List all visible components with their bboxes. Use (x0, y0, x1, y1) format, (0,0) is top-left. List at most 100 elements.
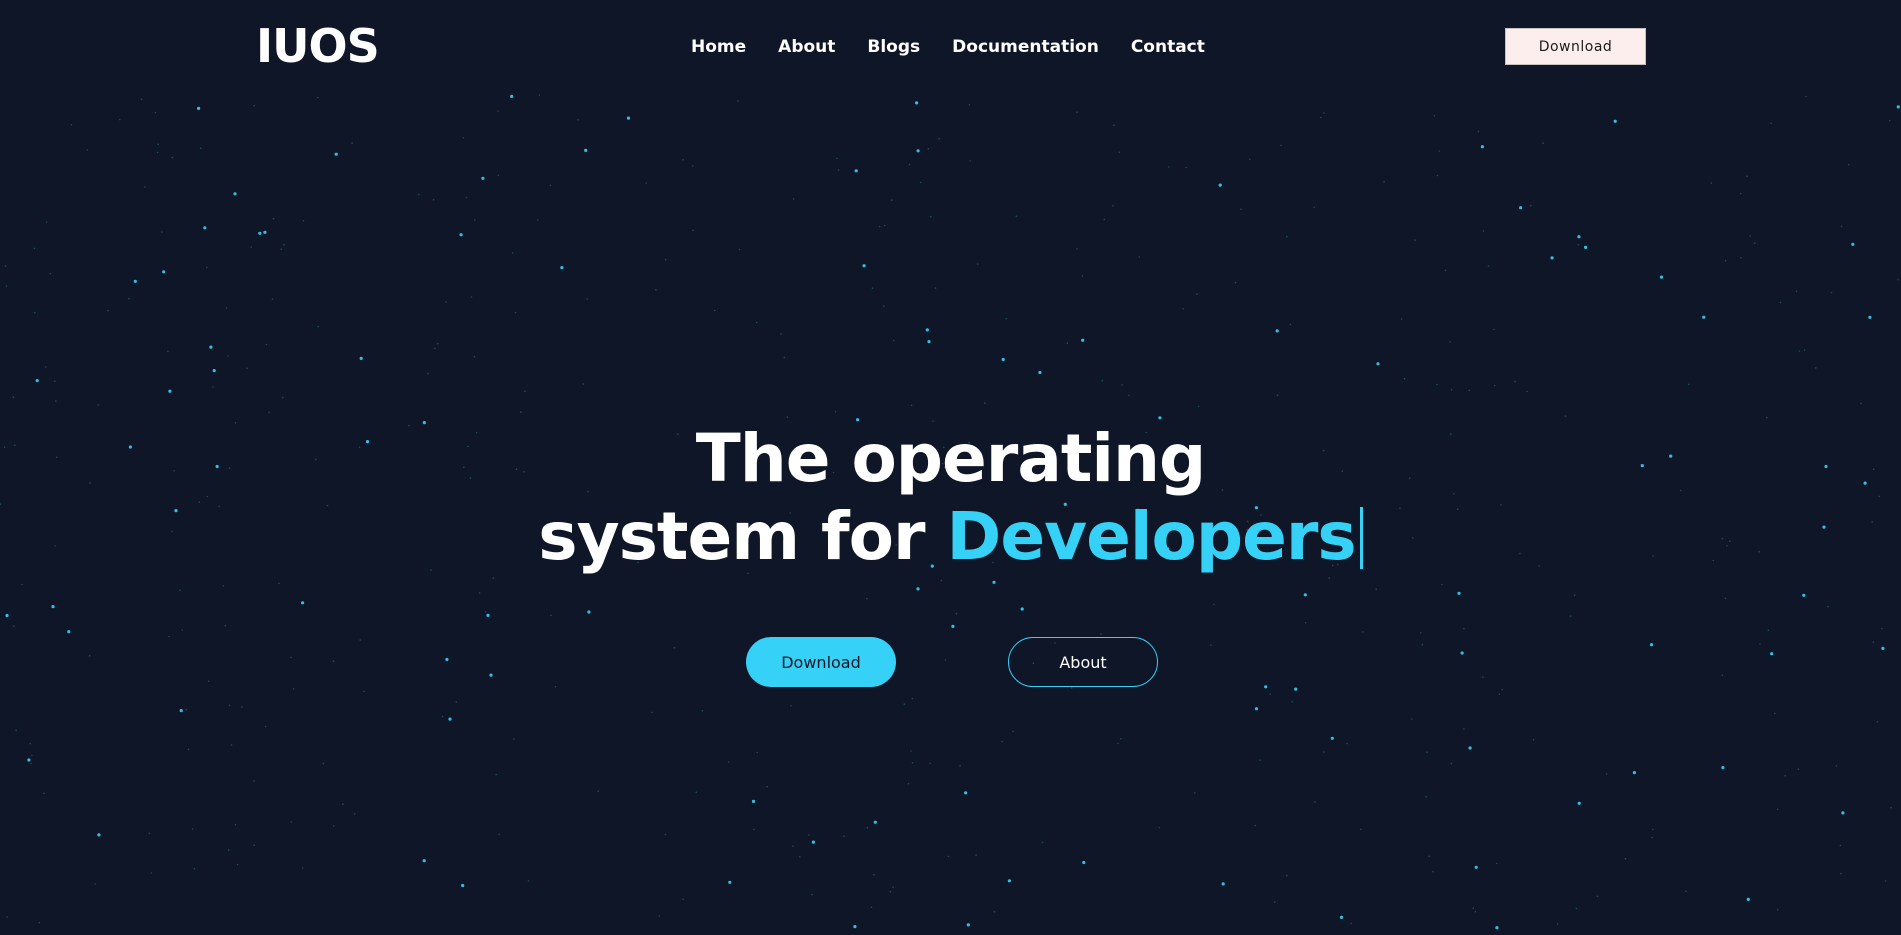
star-dot (1128, 394, 1130, 397)
star-dot (1320, 116, 1322, 119)
star-dot (871, 287, 874, 290)
star-dot (975, 854, 977, 856)
star-dot (157, 143, 159, 146)
star-dot (495, 773, 498, 776)
star-dot (1868, 315, 1872, 319)
star-dot (1081, 338, 1085, 342)
star-dot (966, 923, 970, 927)
star-dot (1441, 583, 1443, 586)
star-dot (1573, 594, 1576, 596)
star-dot (455, 701, 458, 703)
site-logo[interactable]: IUOS (256, 18, 380, 74)
star-dot (1482, 676, 1484, 678)
star-dot (993, 911, 996, 913)
star-dot (462, 137, 465, 139)
star-dot (1001, 357, 1005, 362)
star-dot (1776, 808, 1779, 811)
star-dot (88, 655, 91, 657)
star-dot (1498, 693, 1501, 695)
star-dot (584, 148, 588, 152)
star-dot (1575, 907, 1578, 910)
star-dot (550, 614, 552, 617)
star-dot (938, 137, 940, 140)
star-dot (241, 706, 243, 708)
star-dot (951, 624, 955, 629)
star-dot (925, 328, 929, 332)
star-dot (1564, 415, 1567, 417)
star-dot (148, 832, 151, 835)
star-dot (1269, 693, 1271, 695)
star-dot (197, 106, 201, 110)
star-dot (1739, 192, 1742, 195)
hero-download-button[interactable]: Download (746, 637, 896, 687)
star-dot (302, 867, 304, 869)
star-dot (597, 790, 599, 792)
star-dot (33, 247, 36, 250)
star-dot (1710, 182, 1713, 184)
star-dot (1280, 144, 1282, 147)
star-dot (1421, 643, 1424, 646)
star-dot (651, 711, 653, 714)
star-dot (1649, 643, 1654, 647)
star-dot (1436, 174, 1439, 177)
header-download-button[interactable]: Download (1505, 28, 1646, 65)
star-dot (1438, 150, 1441, 152)
star-dot (1328, 577, 1330, 579)
star-dot (527, 880, 530, 882)
star-dot (334, 152, 338, 156)
nav-link-contact[interactable]: Contact (1131, 36, 1205, 58)
star-dot (1749, 235, 1751, 237)
star-dot (179, 709, 183, 713)
star-dot (1414, 239, 1416, 241)
star-dot (70, 124, 73, 126)
star-dot (422, 859, 426, 863)
star-dot (1275, 329, 1279, 333)
star-dot (253, 844, 255, 846)
star-dot (1468, 389, 1470, 392)
star-dot (45, 366, 47, 368)
star-dot (1530, 204, 1532, 207)
nav-link-home[interactable]: Home (691, 36, 746, 58)
star-dot (790, 705, 792, 707)
star-dot (587, 610, 591, 614)
star-dot (1881, 646, 1885, 651)
star-dot (1746, 897, 1750, 902)
star-dot (1487, 265, 1490, 267)
star-dot (233, 192, 237, 196)
star-dot (1550, 256, 1554, 260)
star-dot (713, 309, 716, 312)
star-dot (1721, 766, 1725, 770)
star-dot (1687, 383, 1690, 386)
star-dot (514, 311, 517, 314)
star-dot (1774, 712, 1776, 715)
nav-link-blogs[interactable]: Blogs (867, 36, 920, 58)
star-dot (150, 872, 153, 874)
star-dot (837, 169, 840, 171)
star-dot (737, 100, 739, 102)
star-dot (1346, 742, 1348, 745)
nav-link-about[interactable]: About (778, 36, 835, 58)
star-dot (1254, 824, 1257, 827)
star-dot (227, 849, 230, 851)
star-dot (756, 751, 758, 754)
star-dot (843, 835, 845, 837)
star-dot (160, 231, 163, 233)
star-dot (54, 380, 56, 383)
hero-about-button[interactable]: About (1008, 637, 1158, 687)
star-dot (418, 193, 420, 196)
star-dot (866, 597, 868, 600)
star-dot (1659, 275, 1664, 279)
star-dot (976, 263, 979, 265)
star-dot (253, 780, 255, 782)
star-dot (1350, 922, 1352, 925)
star-dot (133, 279, 137, 283)
star-dot (353, 813, 356, 815)
star-dot (228, 704, 231, 707)
star-dot (673, 647, 676, 649)
star-dot (853, 925, 857, 929)
nav-link-documentation[interactable]: Documentation (952, 36, 1099, 58)
star-dot (281, 396, 284, 399)
landing-page: IUOS Home About Blogs Documentation Cont… (0, 0, 1901, 935)
star-dot (836, 157, 838, 160)
star-dot (1881, 627, 1883, 630)
